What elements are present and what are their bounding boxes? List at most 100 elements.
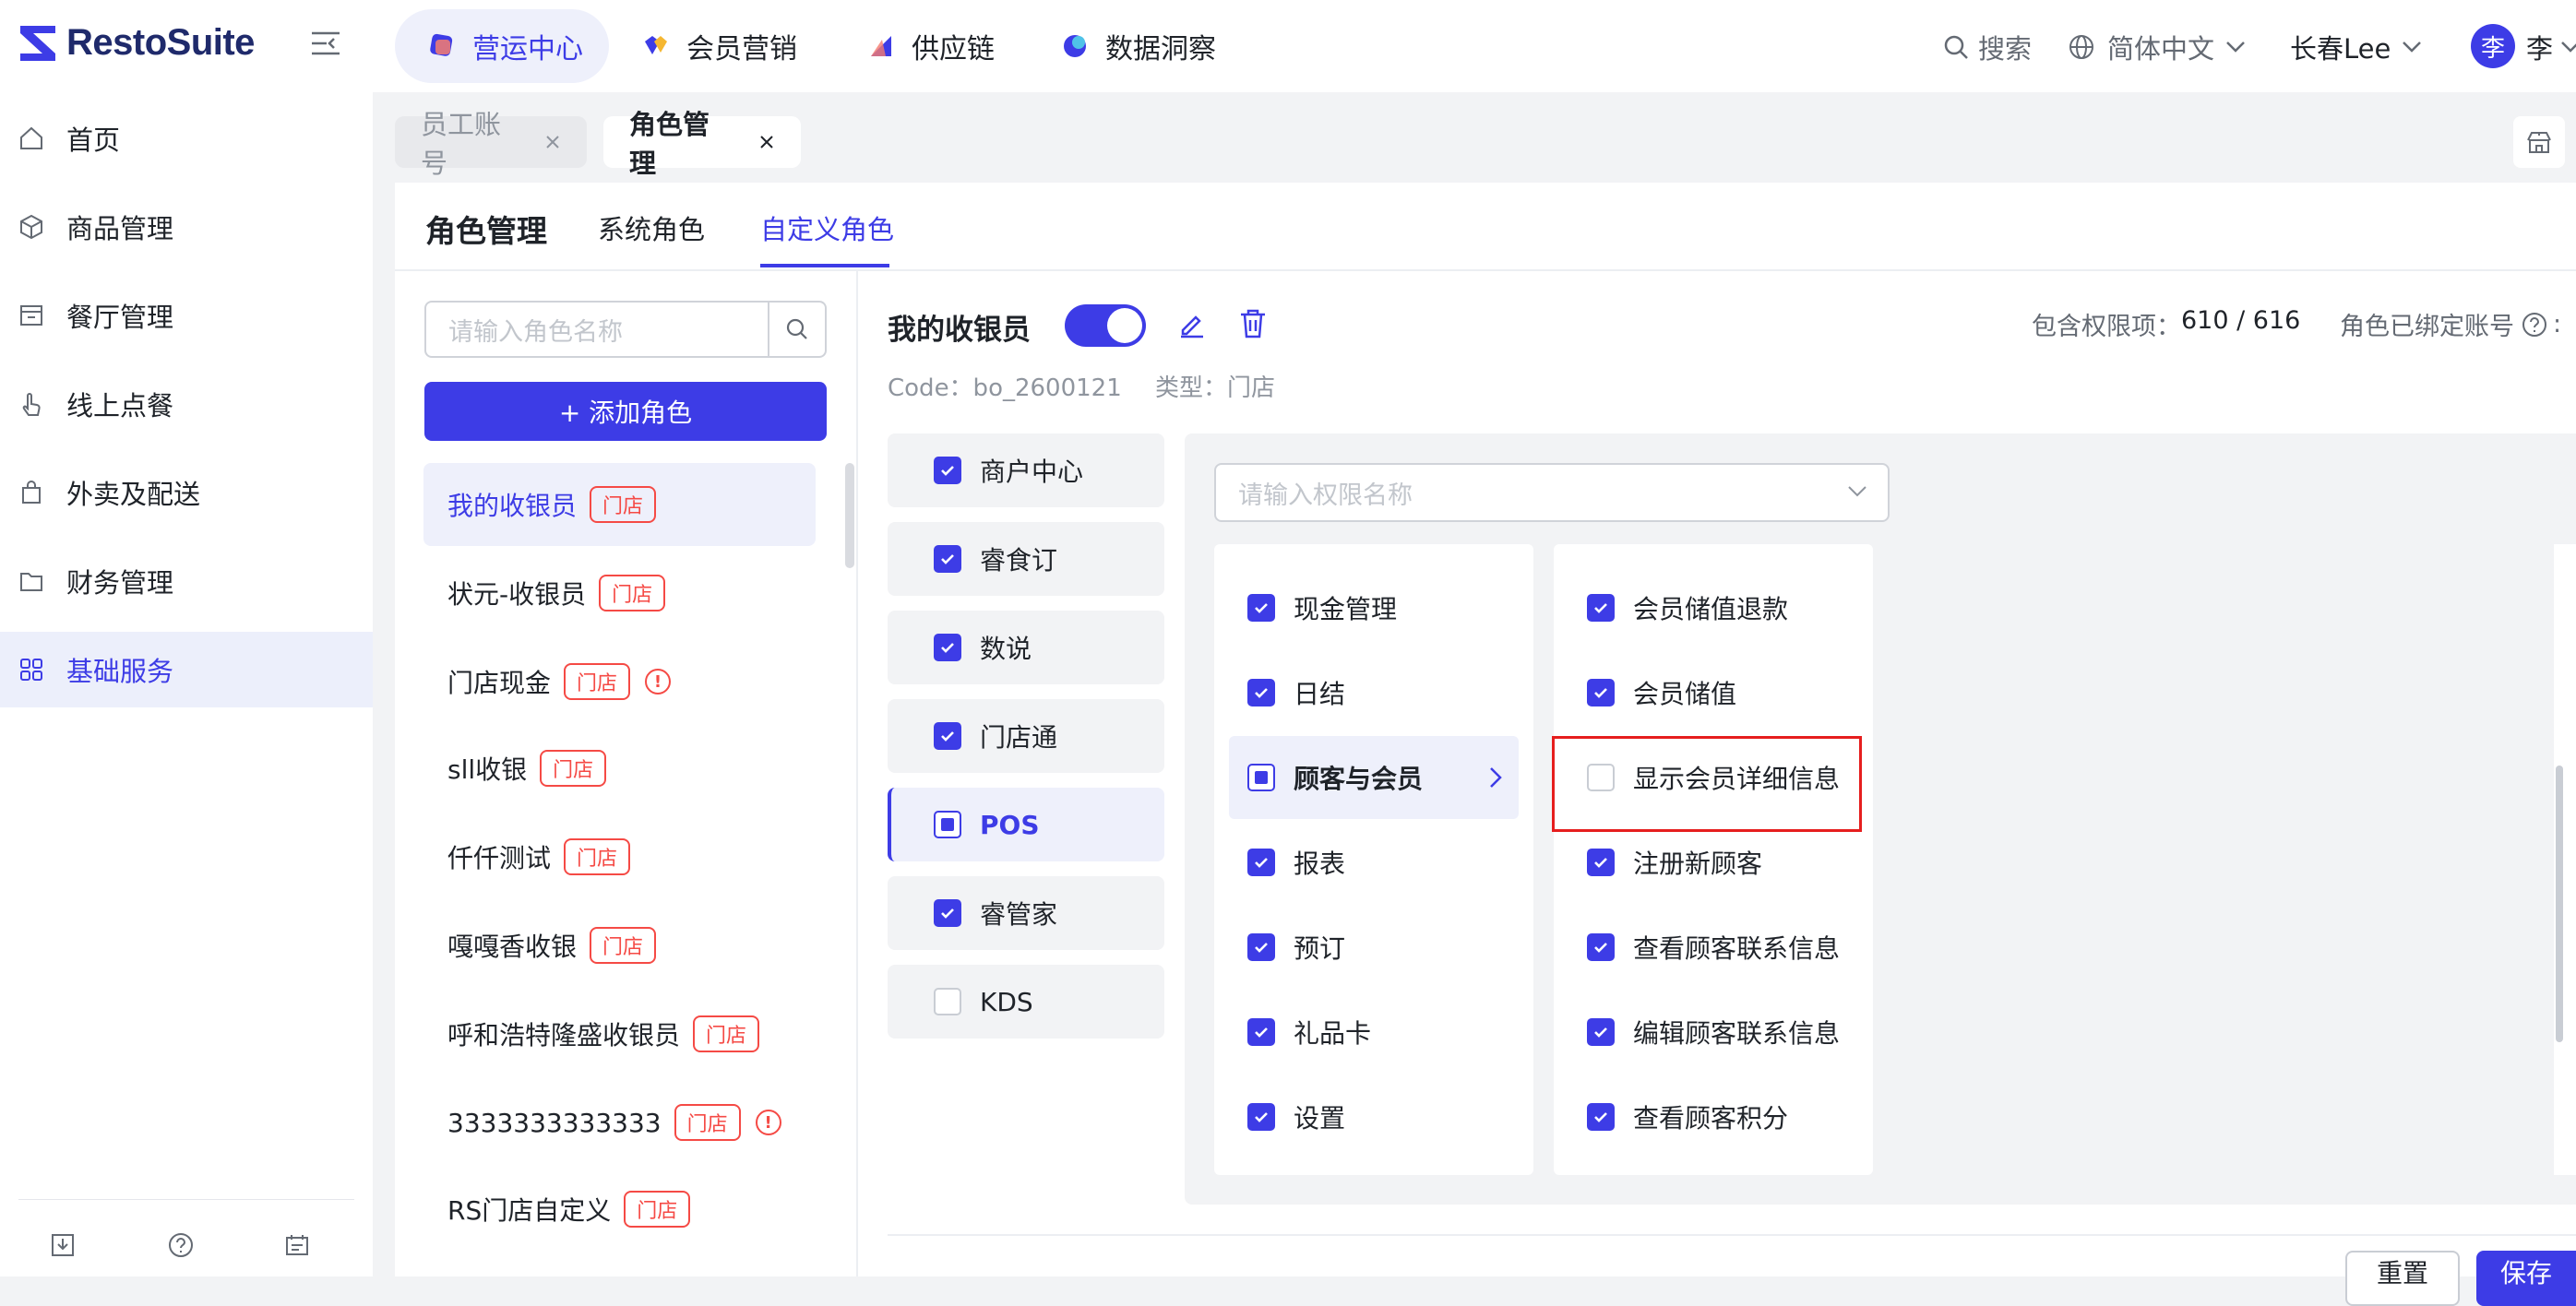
sidebar-item-products[interactable]: 商品管理: [0, 189, 373, 265]
role-item-name: RS门店自定义: [447, 1195, 612, 1226]
sidebar-item-online-ordering[interactable]: 线上点餐: [0, 366, 373, 442]
sidebar-item-finance[interactable]: 财务管理: [0, 543, 373, 619]
save-button[interactable]: 保存: [2476, 1251, 2576, 1306]
module-item[interactable]: 睿管家: [888, 876, 1164, 950]
checkbox-checked[interactable]: [1247, 594, 1275, 622]
tab-staff-accounts[interactable]: 员工账号: [395, 109, 587, 179]
language-selector[interactable]: 简体中文: [2069, 28, 2246, 66]
pos-category-item[interactable]: 现金管理: [1229, 566, 1519, 649]
checkbox-checked[interactable]: [934, 722, 961, 750]
topnav-operations[interactable]: 营运中心: [395, 9, 609, 83]
checkbox-checked[interactable]: [1587, 594, 1615, 622]
checkbox-checked[interactable]: [934, 545, 961, 573]
checkbox-checked[interactable]: [934, 457, 961, 484]
close-icon[interactable]: [544, 134, 561, 150]
role-list-scrollbar[interactable]: [845, 463, 854, 568]
checkbox-checked[interactable]: [934, 899, 961, 927]
checkbox-unchecked[interactable]: [934, 988, 961, 1015]
edit-icon[interactable]: [1177, 310, 1207, 339]
checkbox-checked[interactable]: [1247, 1018, 1275, 1046]
checkbox-checked[interactable]: [1247, 1103, 1275, 1131]
role-list-item[interactable]: 仟仟测试 门店: [423, 815, 816, 898]
notice-icon[interactable]: [284, 1232, 310, 1258]
sidebar-item-basic-services[interactable]: 基础服务: [0, 632, 373, 707]
checkbox-checked[interactable]: [1587, 849, 1615, 876]
search-button[interactable]: 搜索: [1943, 28, 2032, 66]
member-permission-item[interactable]: 注册新顾客: [1587, 839, 1762, 885]
module-item[interactable]: POS: [888, 788, 1164, 861]
sidebar-item-restaurant[interactable]: 餐厅管理: [0, 278, 373, 353]
chevron-right-icon: [1489, 766, 1502, 789]
role-list-item[interactable]: 我的收银员 门店: [423, 463, 816, 546]
sidebar-item-home[interactable]: 首页: [0, 101, 373, 176]
member-permission-item[interactable]: 查看顾客积分: [1587, 1094, 1788, 1140]
pos-category-item[interactable]: 礼品卡: [1229, 991, 1519, 1074]
user-menu[interactable]: 李: [2526, 28, 2576, 66]
module-label: 商户中心: [980, 457, 1084, 487]
module-item[interactable]: 数说: [888, 611, 1164, 684]
avatar[interactable]: 李: [2471, 24, 2515, 68]
role-list-item[interactable]: RS门店自定义 门店: [423, 1168, 816, 1251]
pos-category-item[interactable]: 顾客与会员: [1229, 736, 1519, 819]
topnav-supply-chain[interactable]: 供应链: [867, 9, 1033, 83]
module-item[interactable]: 门店通: [888, 699, 1164, 773]
role-list-item[interactable]: sll收银 门店: [423, 727, 816, 810]
topnav-data-insight[interactable]: 数据洞察: [1061, 9, 1246, 83]
role-list-item[interactable]: 呼和浩特隆盛收银员 门店: [423, 992, 816, 1075]
role-list-item[interactable]: 3333333333333 门店!: [423, 1081, 816, 1164]
checkbox-indeterminate[interactable]: [1247, 764, 1275, 791]
module-item[interactable]: 睿食订: [888, 522, 1164, 596]
collapse-menu-icon[interactable]: [310, 30, 341, 57]
supply-chain-icon: [867, 32, 895, 60]
member-permission-item[interactable]: 编辑顾客联系信息: [1587, 1009, 1840, 1055]
header-divider: [395, 269, 2576, 271]
role-list-item[interactable]: 门店现金 门店!: [423, 640, 816, 723]
checkbox-checked[interactable]: [1587, 1103, 1615, 1131]
help-icon[interactable]: [168, 1232, 194, 1258]
role-list-item[interactable]: 状元-收银员 门店: [423, 552, 816, 635]
module-item[interactable]: 商户中心: [888, 433, 1164, 507]
checkbox-checked[interactable]: [1587, 1018, 1615, 1046]
category-label: 预订: [1294, 933, 1346, 964]
role-search-button[interactable]: [768, 301, 827, 358]
sidebar-item-delivery[interactable]: 外卖及配送: [0, 455, 373, 530]
role-list-item[interactable]: 嘎嘎香收银 门店: [423, 904, 816, 987]
checkbox-checked[interactable]: [1587, 679, 1615, 706]
store-tag: 门店: [590, 486, 657, 523]
checkbox-checked[interactable]: [1247, 679, 1275, 706]
pos-category-item[interactable]: 预订: [1229, 906, 1519, 989]
checkbox-checked[interactable]: [934, 634, 961, 661]
subtab-custom-roles[interactable]: 自定义角色: [760, 208, 894, 247]
member-permission-item[interactable]: 查看顾客联系信息: [1587, 924, 1840, 970]
member-permission-item[interactable]: 会员储值: [1587, 670, 1736, 716]
add-role-button[interactable]: + 添加角色: [424, 382, 827, 441]
tabs-menu-button[interactable]: [2513, 116, 2565, 168]
tab-role-management[interactable]: 角色管理: [603, 109, 801, 179]
close-icon[interactable]: [758, 134, 775, 150]
reset-button[interactable]: 重置: [2345, 1251, 2460, 1306]
member-permission-item[interactable]: 会员储值退款: [1587, 585, 1788, 631]
pos-category-item[interactable]: 报表: [1229, 821, 1519, 904]
permission-search-input[interactable]: 请输入权限名称: [1214, 463, 1890, 522]
delete-icon[interactable]: [1238, 308, 1268, 339]
permission-scrollbar[interactable]: [2556, 766, 2563, 1042]
globe-icon: [2069, 34, 2094, 60]
checkbox-checked[interactable]: [1247, 933, 1275, 961]
store-selector[interactable]: 长春Lee: [2290, 28, 2422, 66]
download-icon[interactable]: [50, 1232, 76, 1258]
checkbox-checked[interactable]: [1247, 849, 1275, 876]
subtab-system-roles[interactable]: 系统角色: [598, 208, 705, 247]
role-enabled-toggle[interactable]: [1065, 304, 1146, 347]
checkbox-checked[interactable]: [1587, 933, 1615, 961]
pos-category-item[interactable]: 设置: [1229, 1075, 1519, 1158]
checkbox-indeterminate[interactable]: [934, 811, 961, 838]
topnav-member-marketing[interactable]: 会员营销: [642, 9, 836, 83]
warning-icon[interactable]: !: [645, 669, 672, 695]
warning-icon[interactable]: !: [755, 1110, 781, 1135]
help-circle-icon[interactable]: [2522, 312, 2547, 338]
topnav-label: 供应链: [912, 33, 995, 65]
pos-category-item[interactable]: 日结: [1229, 651, 1519, 734]
module-item[interactable]: KDS: [888, 965, 1164, 1039]
role-type: 类型：门店: [1155, 374, 1276, 402]
role-search-input[interactable]: 请输入角色名称: [424, 301, 769, 358]
